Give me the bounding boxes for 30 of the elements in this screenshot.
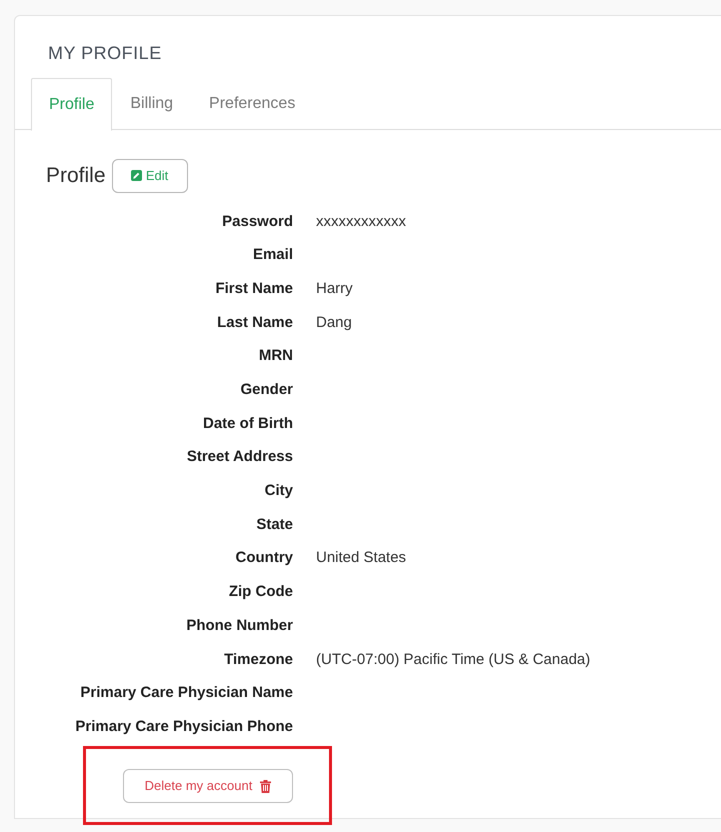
tab[interactable]: Billing xyxy=(112,78,192,130)
field-label: Email xyxy=(252,245,293,266)
field-label: Primary Care Physician Name xyxy=(80,683,293,704)
field-label: Last Name xyxy=(217,312,293,333)
tab[interactable]: Profile xyxy=(31,78,112,131)
field-label: City xyxy=(264,481,293,502)
page-title: MY PROFILE xyxy=(48,42,162,65)
field-label: Zip Code xyxy=(228,582,293,602)
field-label: Primary Care Physician Phone xyxy=(75,716,293,737)
trash-icon xyxy=(260,780,272,792)
field-label: Password xyxy=(222,212,293,232)
field-label: State xyxy=(256,514,293,535)
field-label: MRN xyxy=(258,346,293,366)
field-label: Street Address xyxy=(186,447,293,468)
tab[interactable]: Preferences xyxy=(191,78,314,130)
field-value: United States xyxy=(316,548,406,568)
field-value: (UTC-07:00) Pacific Time (US & Canada) xyxy=(316,650,590,670)
delete-button[interactable]: Delete my account xyxy=(123,769,293,803)
field-value: xxxxxxxxxxxx xyxy=(316,212,406,232)
field-label: Phone Number xyxy=(186,616,293,636)
field-value: Dang xyxy=(316,312,352,333)
field-label: Gender xyxy=(240,380,293,400)
field-label: First Name xyxy=(215,278,293,299)
field-label: Country xyxy=(236,548,293,568)
pencil-icon xyxy=(130,170,142,181)
field-label: Date of Birth xyxy=(203,414,293,434)
field-value: Harry xyxy=(316,278,353,299)
section-title: Profile xyxy=(46,162,106,188)
edit-button[interactable]: Edit xyxy=(112,158,188,192)
field-label: Timezone xyxy=(224,650,293,670)
